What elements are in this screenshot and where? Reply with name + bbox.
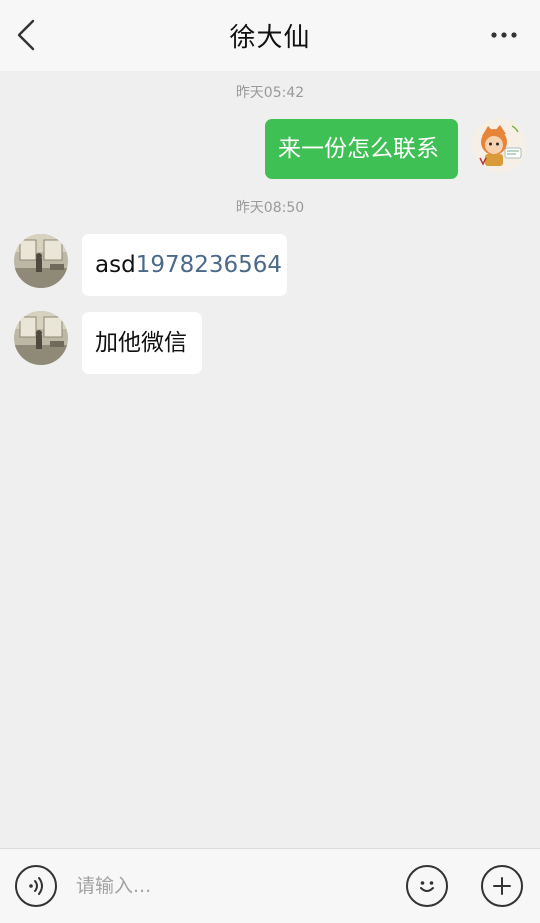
outgoing-message-bubble[interactable]: 来一份怎么联系 [265,119,458,179]
emoji-button[interactable] [406,865,448,907]
message-text: 来一份怎么联系 [278,135,439,162]
chat-title: 徐大仙 [229,23,311,53]
message-input[interactable] [64,865,384,907]
incoming-message-bubble[interactable]: asd 1978236564 [82,234,287,296]
chat-header: 徐大仙 [0,0,540,71]
message-text: asd [95,251,136,278]
plus-icon [493,877,511,895]
timestamp: 昨天05:42 [235,85,305,101]
timestamp: 昨天08:50 [235,200,305,216]
emoji-icon [420,881,434,892]
message-input-bar [0,848,540,923]
chevron-left-icon [17,19,35,51]
photo-avatar-image [14,234,68,288]
photo-avatar-image [14,311,68,365]
cartoon-avatar-image [472,118,526,172]
message-list[interactable]: 昨天05:42 来一份怎么联系 昨天08:50 asd 1978236564 加… [0,71,540,848]
phone-number-link[interactable]: 1978236564 [136,253,282,277]
message-text: 加他微信 [95,329,187,356]
incoming-message-bubble[interactable]: 加他微信 [82,312,202,374]
chat-screen: 徐大仙 昨天05:42 来一份怎么联系 昨天08:50 asd 19782365… [0,0,540,923]
contact-avatar[interactable] [14,311,68,365]
add-button[interactable] [481,865,523,907]
more-dots-icon [491,32,517,38]
contact-avatar[interactable] [14,234,68,288]
more-button[interactable] [486,22,522,48]
voice-button[interactable] [15,865,57,907]
my-avatar[interactable] [472,118,526,172]
voice-icon [29,877,43,895]
back-button[interactable] [8,15,44,55]
